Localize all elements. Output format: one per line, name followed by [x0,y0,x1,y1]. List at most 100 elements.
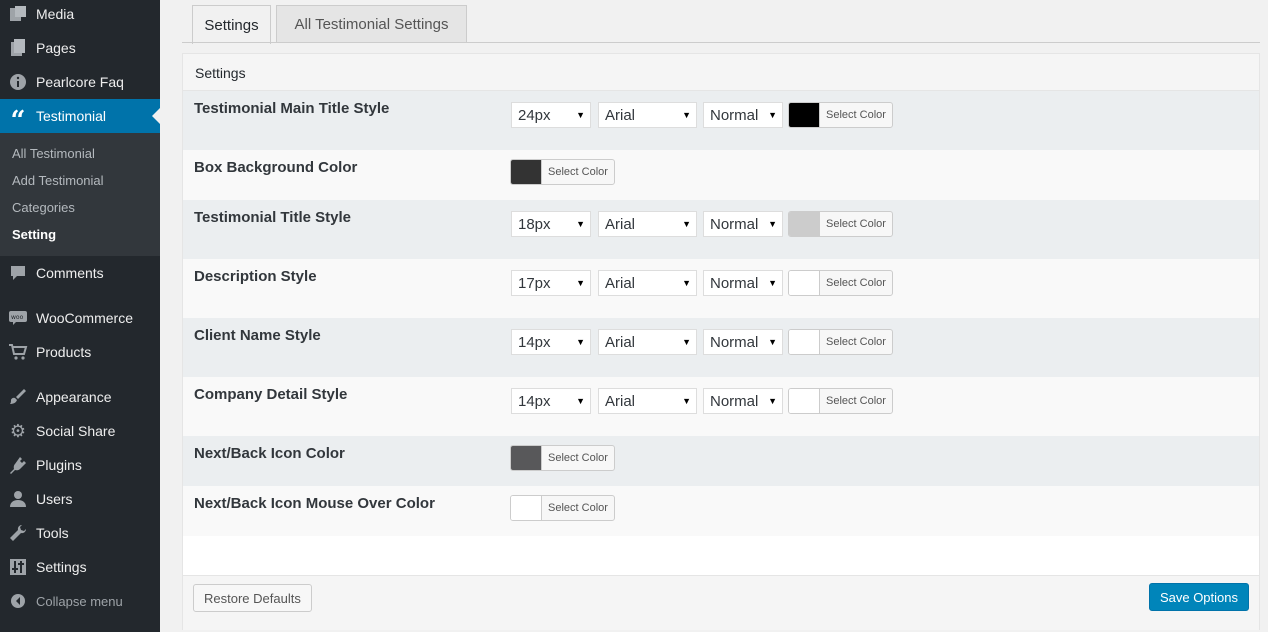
select-value: 14px [518,392,551,410]
font-size-select[interactable]: 14px ▼ [511,388,591,414]
save-options-button[interactable]: Save Options [1148,583,1249,611]
submenu-setting[interactable]: Setting [12,227,56,242]
sidebar-item-tools[interactable]: Tools [0,516,160,550]
caret-down-icon: ▼ [768,110,777,120]
font-size-select[interactable]: 18px ▼ [511,211,591,237]
font-family-select[interactable]: Arial ▼ [598,329,697,355]
settings-row: Next/Back Icon Color Select Color [183,436,1259,486]
caret-down-icon: ▼ [768,278,777,288]
tab-divider [182,42,1260,43]
caret-down-icon: ▼ [576,396,585,406]
sidebar-item-pearlcore-faq[interactable]: Pearlcore Faq [0,65,160,99]
comment-icon [0,264,36,282]
font-weight-select[interactable]: Normal ▼ [703,388,783,414]
font-family-select[interactable]: Arial ▼ [598,270,697,296]
select-color-label: Select Color [826,109,886,121]
sidebar-item-media[interactable]: Media [0,0,160,31]
color-swatch [511,446,542,470]
caret-down-icon: ▼ [576,278,585,288]
select-color-button[interactable]: Select Color [788,102,893,128]
select-value: 17px [518,274,551,292]
sidebar-item-label: Testimonial [36,108,107,124]
brush-icon [0,388,36,406]
sidebar-item-woocommerce[interactable]: woo WooCommerce [0,301,160,335]
caret-down-icon: ▼ [768,396,777,406]
caret-down-icon: ▼ [576,219,585,229]
font-weight-select[interactable]: Normal ▼ [703,211,783,237]
color-swatch [789,330,820,354]
caret-down-icon: ▼ [576,110,585,120]
sidebar-item-label: Products [36,344,92,360]
cart-icon [0,343,36,361]
select-color-label: Select Color [826,277,886,289]
row-label: Box Background Color [194,159,358,176]
sidebar-item-comments[interactable]: Comments [0,256,160,290]
font-weight-select[interactable]: Normal ▼ [703,329,783,355]
select-color-button[interactable]: Select Color [788,388,893,414]
wrench-icon [0,524,36,542]
font-family-select[interactable]: Arial ▼ [598,211,697,237]
sidebar-item-users[interactable]: Users [0,482,160,516]
panel-heading: Settings [183,54,1259,91]
caret-down-icon: ▼ [768,337,777,347]
sidebar-item-appearance[interactable]: Appearance [0,380,160,414]
info-icon [0,73,36,91]
select-value: 18px [518,215,551,233]
select-value: Arial [605,106,636,124]
media-icon [0,5,36,23]
sidebar-item-label: Tools [36,525,69,541]
select-color-label: Select Color [548,166,608,178]
sidebar-item-label: Settings [36,559,87,575]
sidebar-item-pages[interactable]: Pages [0,31,160,65]
pages-icon [0,39,36,57]
select-value: Arial [605,215,636,233]
tab-settings[interactable]: Settings [192,5,271,44]
row-label: Testimonial Main Title Style [194,100,390,117]
settings-row: Testimonial Title Style 18px ▼ Arial ▼ Nor… [183,200,1259,259]
select-value: Arial [605,274,636,292]
sidebar-item-products[interactable]: Products [0,335,160,369]
color-swatch [789,271,820,295]
caret-down-icon: ▼ [682,337,691,347]
select-color-button[interactable]: Select Color [510,445,615,471]
collapse-menu-button[interactable]: Collapse menu [0,584,160,618]
caret-down-icon: ▼ [768,219,777,229]
sidebar-item-testimonial[interactable]: “ Testimonial [0,99,160,136]
caret-down-icon: ▼ [682,219,691,229]
tab-all-testimonial-settings[interactable]: All Testimonial Settings [276,5,467,43]
select-color-label: Select Color [826,395,886,407]
sidebar-item-social-share[interactable]: ⚙ Social Share [0,414,160,448]
font-family-select[interactable]: Arial ▼ [598,102,697,128]
select-value: 24px [518,106,551,124]
sidebar-item-plugins[interactable]: Plugins [0,448,160,482]
row-label: Company Detail Style [194,386,348,403]
font-family-select[interactable]: Arial ▼ [598,388,697,414]
color-swatch [789,103,820,127]
row-label: Testimonial Title Style [194,209,351,226]
font-weight-select[interactable]: Normal ▼ [703,270,783,296]
font-size-select[interactable]: 14px ▼ [511,329,591,355]
settings-row: Description Style 17px ▼ Arial ▼ Normal ▼ S… [183,259,1259,318]
select-color-button[interactable]: Select Color [510,159,615,185]
select-color-button[interactable]: Select Color [788,329,893,355]
sidebar-item-label: Users [36,491,73,507]
submenu-categories[interactable]: Categories [12,200,75,215]
restore-defaults-button[interactable]: Restore Defaults [193,584,312,612]
font-weight-select[interactable]: Normal ▼ [703,102,783,128]
select-value: Arial [605,392,636,410]
submenu-all-testimonial[interactable]: All Testimonial [12,146,95,161]
settings-row: Next/Back Icon Mouse Over Color Select C… [183,486,1259,536]
select-color-button[interactable]: Select Color [788,270,893,296]
select-value: Normal [710,274,759,292]
select-color-button[interactable]: Select Color [788,211,893,237]
testimonial-submenu: All Testimonial Add Testimonial Categori… [0,133,160,256]
font-size-select[interactable]: 17px ▼ [511,270,591,296]
select-color-button[interactable]: Select Color [510,495,615,521]
select-color-label: Select Color [548,502,608,514]
settings-row: Company Detail Style 14px ▼ Arial ▼ Normal… [183,377,1259,436]
sidebar-item-settings[interactable]: Settings [0,550,160,584]
font-size-select[interactable]: 24px ▼ [511,102,591,128]
sidebar-item-label: Media [36,6,75,22]
woocommerce-icon: woo [0,310,36,326]
submenu-add-testimonial[interactable]: Add Testimonial [12,173,104,188]
